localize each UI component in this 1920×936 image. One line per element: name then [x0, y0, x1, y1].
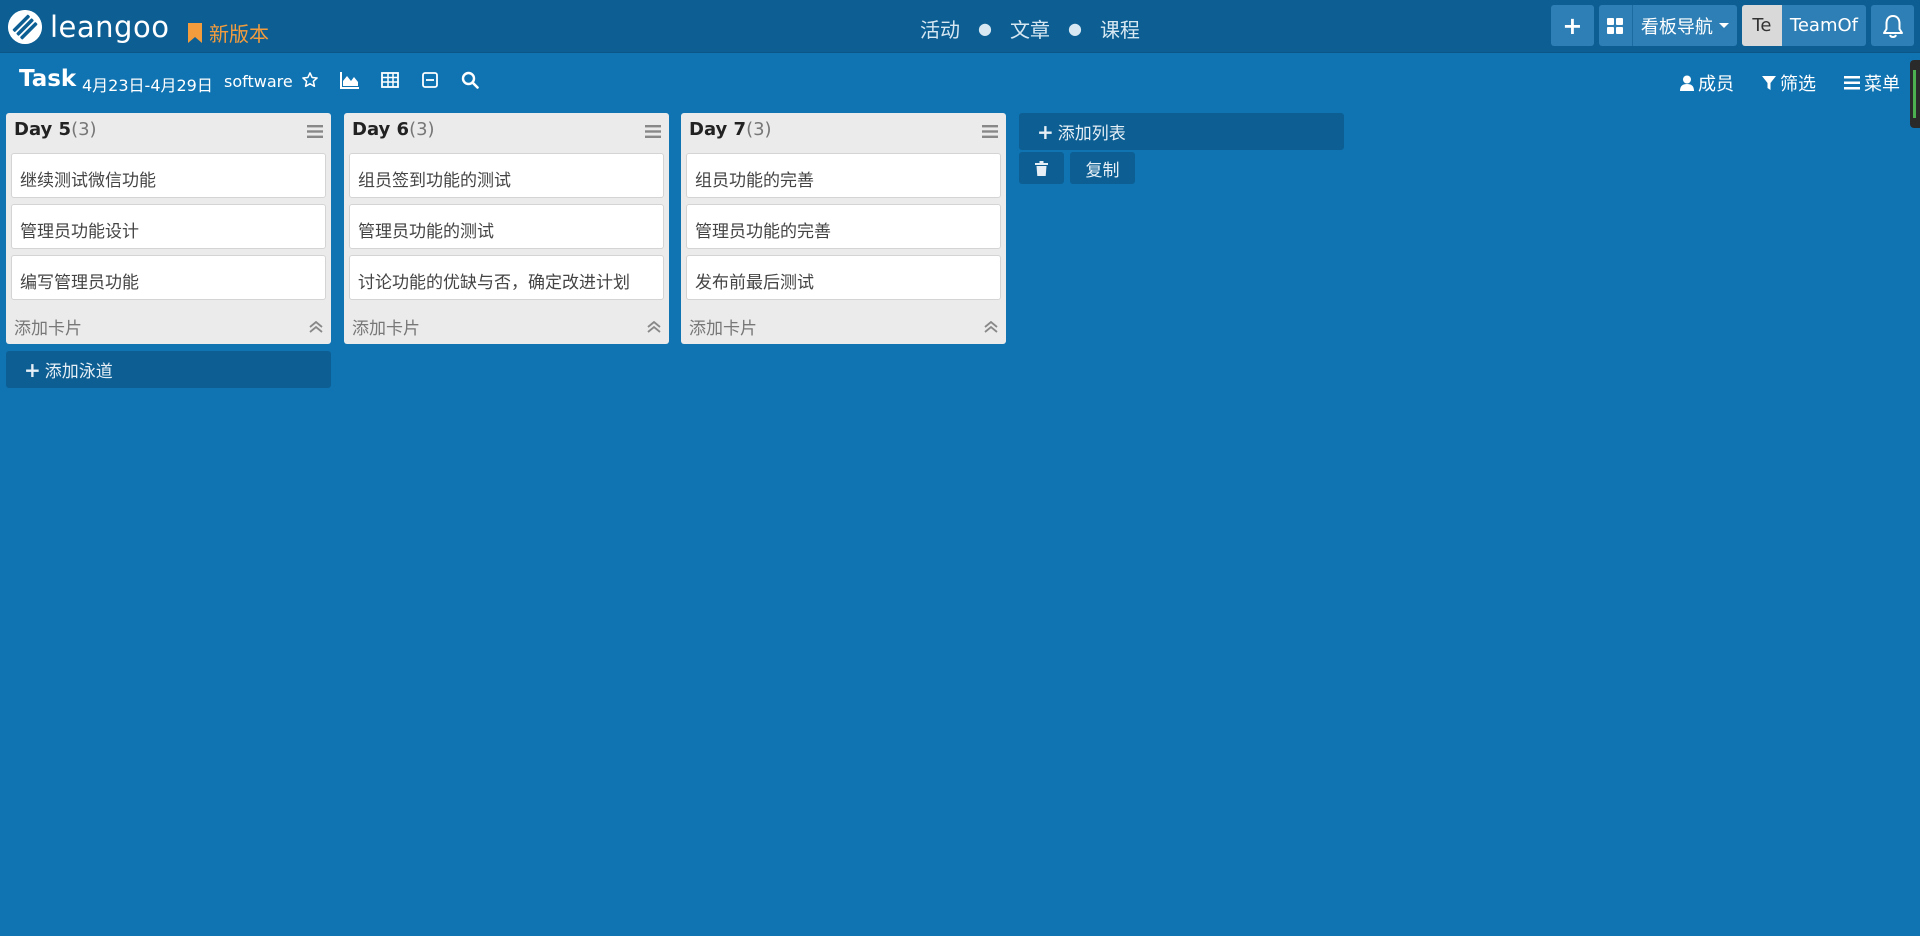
board-header: Task 4月23日-4月29日 software 成员 筛选 菜单 [0, 54, 1920, 106]
bookmark-icon [188, 22, 202, 43]
list-count: (3) [409, 119, 435, 140]
card[interactable]: 组员功能的完善 [686, 153, 1001, 198]
double-chevron-up-icon[interactable] [647, 318, 661, 337]
new-version-link[interactable]: 新版本 [187, 18, 269, 47]
list-name: Day 7 [689, 119, 747, 140]
add-list-label: 添加列表 [1057, 124, 1126, 144]
board-title[interactable]: Task [19, 66, 76, 92]
leangoo-logo-icon [8, 10, 42, 44]
add-list-button[interactable]: + 添加列表 [1019, 113, 1344, 150]
list-header[interactable]: Day 7(3) [689, 119, 772, 140]
search-icon[interactable] [460, 70, 480, 90]
filter-icon [1762, 75, 1776, 90]
board-nav-label: 看板导航 [1640, 16, 1713, 38]
members-button[interactable]: 成员 [1680, 70, 1734, 96]
delete-button[interactable] [1019, 152, 1064, 184]
chart-icon[interactable] [340, 70, 360, 90]
notifications-button[interactable] [1871, 5, 1914, 46]
top-navbar: leangoo 新版本 活动 ● 文章 ● 课程 + 看板导航 Te TeamO [0, 0, 1920, 53]
list-name: Day 5 [14, 119, 72, 140]
board-date-range: 4月23日-4月29日 [82, 76, 213, 95]
card[interactable]: 继续测试微信功能 [11, 153, 326, 198]
user-icon [1680, 75, 1694, 91]
trash-icon [1035, 160, 1048, 176]
team-name: TeamOf [1789, 15, 1858, 36]
card[interactable]: 讨论功能的优缺与否，确定改进计划 [349, 255, 664, 300]
topbar-tools: + 看板导航 Te TeamOf [1550, 5, 1920, 46]
add-card-link[interactable]: 添加卡片 [14, 314, 82, 339]
team-switcher[interactable]: Te TeamOf [1741, 5, 1866, 46]
double-chevron-up-icon[interactable] [309, 318, 323, 337]
card[interactable]: 发布前最后测试 [686, 255, 1001, 300]
nav-activity-link[interactable]: 活动 [920, 14, 960, 43]
card[interactable]: 编写管理员功能 [11, 255, 326, 300]
chevron-down-icon [1718, 23, 1729, 28]
list-day-6: Day 6(3) 组员签到功能的测试 管理员功能的测试 讨论功能的优缺与否，确定… [344, 113, 669, 344]
logo-text: leangoo [50, 10, 170, 44]
list-day-7: Day 7(3) 组员功能的完善 管理员功能的完善 发布前最后测试 添加卡片 [681, 113, 1006, 344]
list-menu-icon[interactable] [307, 123, 323, 142]
add-button[interactable]: + [1550, 5, 1594, 46]
board-actions: 成员 筛选 菜单 [1652, 70, 1900, 96]
logo[interactable]: leangoo [8, 10, 169, 44]
double-chevron-up-icon[interactable] [984, 318, 998, 337]
add-card-link[interactable]: 添加卡片 [352, 314, 420, 339]
filter-button[interactable]: 筛选 [1762, 70, 1816, 96]
table-icon[interactable] [380, 70, 400, 90]
card[interactable]: 管理员功能的测试 [349, 204, 664, 249]
nav-courses-link[interactable]: 课程 [1100, 14, 1140, 43]
center-nav: 活动 ● 文章 ● 课程 [920, 14, 1140, 43]
list-count: (3) [71, 119, 97, 140]
plus-icon: + [24, 357, 41, 382]
members-label: 成员 [1698, 74, 1734, 95]
menu-button[interactable]: 菜单 [1844, 70, 1900, 96]
list-menu-icon[interactable] [645, 123, 661, 142]
add-swimlane-button[interactable]: + 添加泳道 [6, 351, 331, 388]
list-header[interactable]: Day 5(3) [14, 119, 97, 140]
card[interactable]: 组员签到功能的测试 [349, 153, 664, 198]
board-project-name[interactable]: software [224, 72, 293, 91]
add-card-link[interactable]: 添加卡片 [689, 314, 757, 339]
board-tools [300, 70, 500, 90]
bell-icon [1882, 14, 1903, 38]
nav-separator: ● [978, 19, 992, 38]
copy-button[interactable]: 复制 [1070, 152, 1135, 184]
hamburger-icon [1844, 76, 1860, 90]
board-nav-button[interactable]: 看板导航 [1598, 5, 1737, 46]
side-panel-handle[interactable] [1910, 60, 1920, 128]
add-swimlane-label: 添加泳道 [44, 362, 113, 382]
list-menu-icon[interactable] [982, 123, 998, 142]
filter-label: 筛选 [1780, 74, 1816, 95]
nav-articles-link[interactable]: 文章 [1010, 14, 1050, 43]
list-header[interactable]: Day 6(3) [352, 119, 435, 140]
star-icon[interactable] [300, 70, 320, 90]
grid-icon [1599, 5, 1633, 46]
card[interactable]: 管理员功能的完善 [686, 204, 1001, 249]
menu-label: 菜单 [1864, 74, 1900, 95]
new-version-label: 新版本 [209, 22, 269, 46]
nav-separator: ● [1067, 19, 1082, 38]
list-day-5: Day 5(3) 继续测试微信功能 管理员功能设计 编写管理员功能 添加卡片 [6, 113, 331, 344]
card[interactable]: 管理员功能设计 [11, 204, 326, 249]
collapse-icon[interactable] [420, 70, 440, 90]
team-avatar: Te [1741, 5, 1782, 46]
list-name: Day 6 [352, 119, 410, 140]
list-count: (3) [746, 119, 772, 140]
plus-icon: + [1037, 119, 1054, 144]
